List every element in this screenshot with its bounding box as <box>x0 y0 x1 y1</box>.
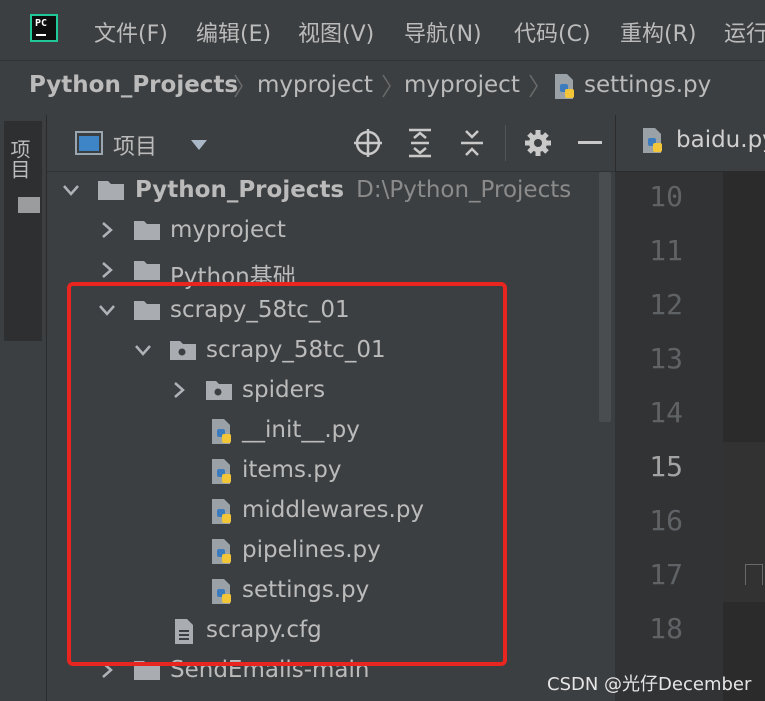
left-tool-strip: 项目 <box>0 115 47 701</box>
breadcrumb-separator-icon <box>529 74 538 98</box>
menu-navigate[interactable]: 导航(N) <box>404 16 482 48</box>
chevron-down-icon[interactable] <box>61 180 81 200</box>
line-number: 14 <box>649 396 683 429</box>
menu-edit[interactable]: 编辑(E) <box>196 16 271 48</box>
editor-tab-baidu[interactable]: baidu.py <box>676 127 765 153</box>
locate-target-icon[interactable] <box>354 129 382 157</box>
gear-icon[interactable] <box>524 129 552 157</box>
folder-icon <box>98 181 124 200</box>
menu-bar: PC 文件(F) 编辑(E) 视图(V) 导航(N) 代码(C) 重构(R) 运… <box>0 0 765 60</box>
toolbar-divider <box>505 125 506 161</box>
breadcrumb-separator-icon <box>382 74 391 98</box>
folder-icon <box>134 261 160 280</box>
breadcrumb-item-settings[interactable]: settings.py <box>584 72 711 98</box>
project-tool-tab[interactable]: 项目 <box>4 121 42 341</box>
logo-text: PC <box>35 18 48 29</box>
breadcrumb-item-myproject[interactable]: myproject <box>257 72 373 98</box>
chevron-right-icon[interactable] <box>97 220 117 240</box>
tree-item-path: D:\Python_Projects <box>356 177 572 203</box>
breadcrumb-separator-icon <box>234 74 243 98</box>
chevron-right-icon[interactable] <box>97 260 117 280</box>
menu-code[interactable]: 代码(C) <box>514 16 591 48</box>
breadcrumb-item-myproject-inner[interactable]: myproject <box>404 72 520 98</box>
tree-item-label: myproject <box>170 217 286 243</box>
chevron-down-icon[interactable] <box>190 139 208 151</box>
annotation-highlight-box <box>67 282 507 666</box>
line-number-current: 15 <box>649 450 683 483</box>
project-panel-header: 项目 <box>47 115 615 172</box>
line-number: 10 <box>649 180 683 213</box>
tree-row-myproject[interactable]: myproject <box>47 212 615 252</box>
line-number: 11 <box>649 234 683 267</box>
project-panel-title: 项目 <box>113 135 158 160</box>
folder-icon <box>134 221 160 240</box>
breadcrumb-item-root[interactable]: Python_Projects <box>29 72 238 98</box>
line-number: 12 <box>649 288 683 321</box>
menu-view[interactable]: 视图(V) <box>298 16 374 48</box>
line-number: 16 <box>649 504 683 537</box>
project-view-icon <box>75 131 103 155</box>
folder-icon <box>18 197 40 213</box>
pycharm-logo-icon: PC <box>30 14 58 42</box>
expand-all-icon[interactable] <box>407 128 433 158</box>
collapse-all-icon[interactable] <box>459 128 485 158</box>
watermark: CSDN @光仔December <box>547 674 752 695</box>
line-number: 13 <box>649 342 683 375</box>
fold-marker-icon[interactable] <box>745 564 763 585</box>
line-number: 17 <box>649 558 683 591</box>
python-file-icon <box>555 74 574 99</box>
line-number-gutter: 10 11 12 13 14 15 16 17 18 <box>615 172 723 701</box>
code-editor[interactable] <box>723 172 765 701</box>
minimize-icon[interactable] <box>578 141 602 145</box>
tree-row-python-projects[interactable]: Python_Projects D:\Python_Projects <box>47 172 615 212</box>
tree-scrollbar[interactable] <box>597 172 613 701</box>
project-tool-tab-label: 项目 <box>7 139 31 179</box>
breadcrumb: Python_Projects myproject myproject sett… <box>0 60 765 116</box>
menu-refactor[interactable]: 重构(R) <box>620 16 696 48</box>
scrollbar-thumb[interactable] <box>599 172 611 422</box>
python-file-icon <box>643 128 662 153</box>
line-number: 18 <box>649 612 683 645</box>
menu-run[interactable]: 运行 <box>724 16 765 48</box>
tree-item-label: Python_Projects D:\Python_Projects <box>135 177 572 203</box>
menu-file[interactable]: 文件(F) <box>94 16 168 48</box>
editor-tab-bar: baidu.py <box>615 115 765 171</box>
